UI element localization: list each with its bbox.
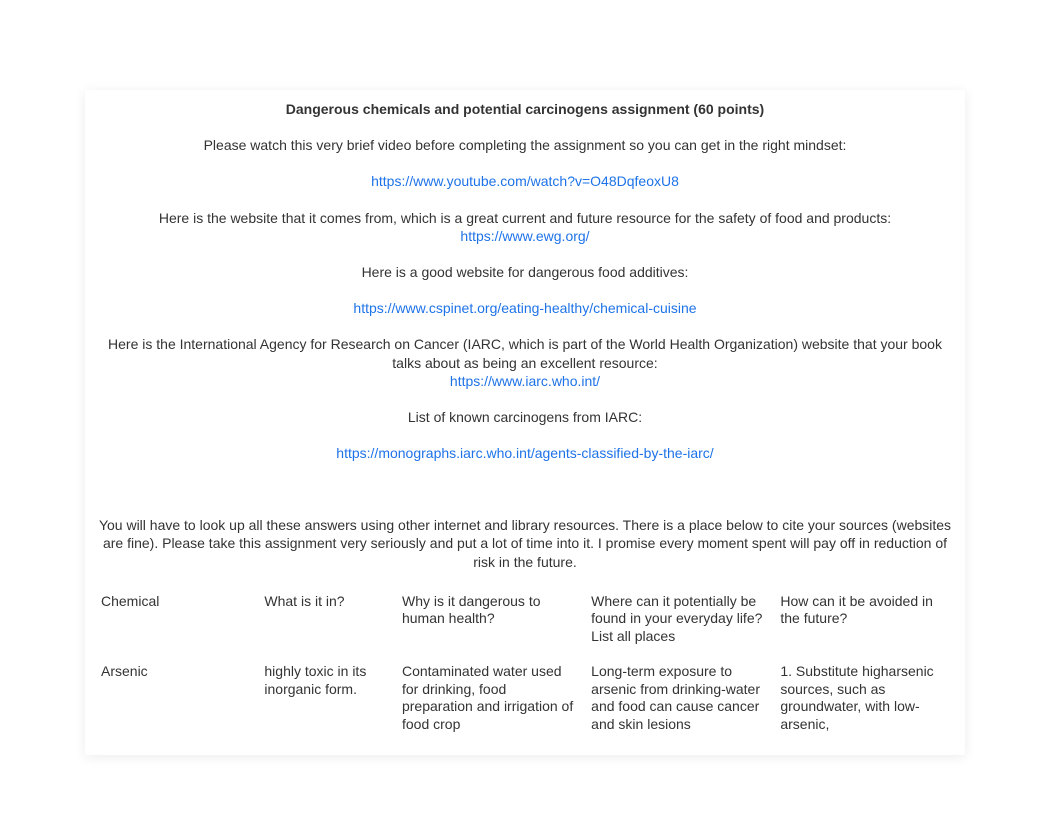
instructions-paragraph: You will have to look up all these answe… — [95, 516, 955, 571]
intro-paragraph-2: Here is the website that it comes from, … — [95, 209, 955, 227]
cell-where-found: Long-term exposure to arsenic from drink… — [585, 659, 774, 747]
video-link[interactable]: https://www.youtube.com/watch?v=O48Dqfeo… — [371, 173, 679, 189]
cell-what-is-it-in: highly toxic in its inorganic form. — [258, 659, 396, 747]
header-where-found: Where can it potentially be found in you… — [585, 589, 774, 660]
header-why-dangerous: Why is it dangerous to human health? — [396, 589, 585, 660]
ewg-link[interactable]: https://www.ewg.org/ — [460, 228, 589, 244]
document-page: Dangerous chemicals and potential carcin… — [85, 90, 965, 755]
cell-why-dangerous: Contaminated water used for drinking, fo… — [396, 659, 585, 747]
cell-chemical: Arsenic — [95, 659, 258, 747]
monographs-link[interactable]: https://monographs.iarc.who.int/agents-c… — [336, 445, 713, 461]
intro-paragraph-3: Here is a good website for dangerous foo… — [95, 263, 955, 281]
table-header-row: Chemical What is it in? Why is it danger… — [95, 589, 955, 660]
header-chemical: Chemical — [95, 589, 258, 660]
header-how-avoided: How can it be avoided in the future? — [774, 589, 955, 660]
header-what-is-it-in: What is it in? — [258, 589, 396, 660]
cell-how-avoided: 1. Substitute higharsenic sources, such … — [774, 659, 955, 747]
table-row: Arsenic highly toxic in its inorganic fo… — [95, 659, 955, 747]
intro-paragraph-1: Please watch this very brief video befor… — [95, 136, 955, 154]
assignment-table: Chemical What is it in? Why is it danger… — [95, 589, 955, 748]
iarc-link[interactable]: https://www.iarc.who.int/ — [450, 373, 600, 389]
document-header: Dangerous chemicals and potential carcin… — [95, 100, 955, 571]
assignment-title: Dangerous chemicals and potential carcin… — [95, 100, 955, 118]
intro-paragraph-4: Here is the International Agency for Res… — [95, 335, 955, 371]
cspi-link[interactable]: https://www.cspinet.org/eating-healthy/c… — [353, 300, 696, 316]
intro-paragraph-5: List of known carcinogens from IARC: — [95, 408, 955, 426]
